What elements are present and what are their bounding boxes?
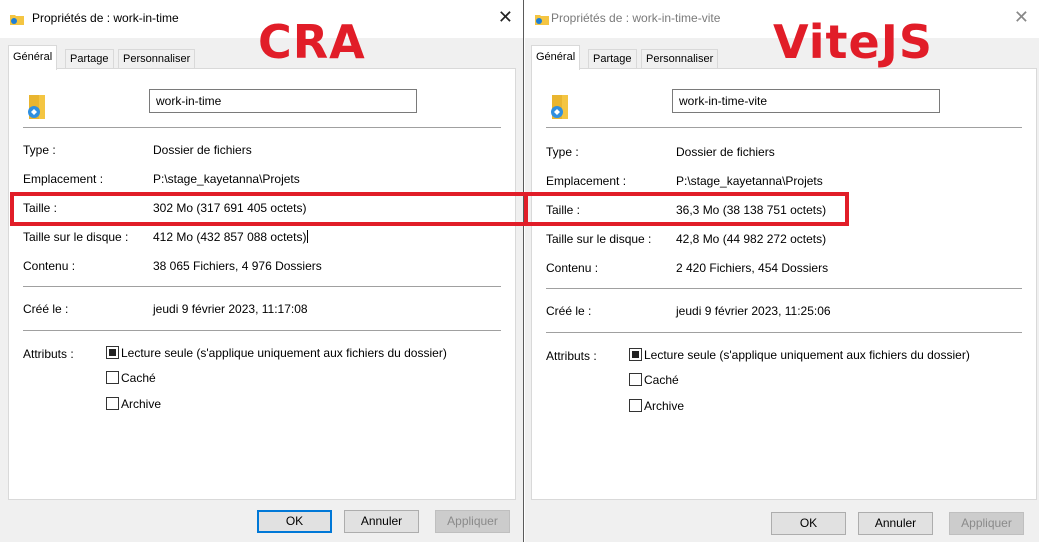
close-icon[interactable]: ✕ (498, 7, 513, 27)
created-value: jeudi 9 février 2023, 11:17:08 (153, 302, 308, 316)
size-value: 36,3 Mo (38 138 751 octets) (676, 203, 827, 217)
size-label: Taille : (23, 201, 58, 215)
ok-button[interactable]: OK (257, 510, 332, 533)
separator (546, 288, 1022, 289)
annotation-label-cra: CRA (258, 15, 366, 69)
window-title: Propriétés de : work-in-time (32, 11, 179, 25)
created-label: Créé le : (546, 304, 592, 318)
tab-sharing[interactable]: Partage (65, 49, 114, 69)
checkbox-icon[interactable] (629, 373, 642, 386)
annotation-label-vitejs: ViteJS (773, 15, 933, 69)
contents-label: Contenu : (23, 259, 76, 273)
separator (546, 332, 1022, 333)
window-title: Propriétés de : work-in-time-vite (551, 11, 721, 25)
readonly-checkbox[interactable]: Lecture seule (s'applique uniquement aux… (106, 346, 447, 362)
folder-icon (535, 15, 549, 25)
type-value: Dossier de fichiers (153, 143, 252, 157)
folder-name-field[interactable]: work-in-time (149, 89, 417, 113)
disk-size-label: Taille sur le disque : (23, 230, 129, 244)
contents-value: 2 420 Fichiers, 454 Dossiers (676, 261, 829, 275)
disk-size-value: 42,8 Mo (44 982 272 octets) (676, 232, 827, 246)
tab-customize[interactable]: Personnaliser (641, 49, 719, 69)
type-value: Dossier de fichiers (676, 145, 775, 159)
archive-checkbox[interactable]: Archive (629, 399, 684, 415)
separator (23, 286, 501, 287)
checkbox-mixed-icon[interactable] (106, 346, 119, 359)
attributes-label: Attributs : (546, 349, 597, 363)
archive-checkbox[interactable]: Archive (106, 397, 161, 413)
checkbox-icon[interactable] (629, 399, 642, 412)
attributes-label: Attributs : (23, 347, 74, 361)
created-value: jeudi 9 février 2023, 11:25:06 (676, 304, 831, 318)
separator (546, 127, 1022, 128)
checkbox-icon[interactable] (106, 371, 119, 384)
contents-value: 38 065 Fichiers, 4 976 Dossiers (153, 259, 322, 273)
tab-general[interactable]: Général (8, 45, 58, 70)
size-value: 302 Mo (317 691 405 octets) (153, 201, 307, 215)
created-label: Créé le : (23, 302, 69, 316)
ok-button[interactable]: OK (771, 512, 846, 535)
tab-sharing[interactable]: Partage (588, 49, 637, 69)
general-panel: work-in-time Type : Dossier de fichiers … (8, 68, 516, 500)
folder-icon (28, 95, 45, 119)
apply-button[interactable]: Appliquer (435, 510, 510, 533)
readonly-checkbox[interactable]: Lecture seule (s'applique uniquement aux… (629, 348, 970, 364)
checkbox-icon[interactable] (106, 397, 119, 410)
cancel-button[interactable]: Annuler (858, 512, 933, 535)
tab-general[interactable]: Général (531, 45, 581, 70)
text-caret (307, 230, 309, 243)
separator (23, 330, 501, 331)
cancel-button[interactable]: Annuler (344, 510, 419, 533)
disk-size-value: 412 Mo (432 857 088 octets) (153, 230, 309, 244)
properties-dialog-left: Propriétés de : work-in-time ✕ CRA Génér… (0, 0, 524, 542)
location-label: Emplacement : (546, 174, 627, 188)
location-value: P:\stage_kayetanna\Projets (153, 172, 300, 186)
folder-icon (10, 15, 24, 25)
properties-dialog-right: Propriétés de : work-in-time-vite ✕ Vite… (525, 0, 1039, 542)
folder-icon (551, 95, 568, 119)
location-value: P:\stage_kayetanna\Projets (676, 174, 823, 188)
apply-button[interactable]: Appliquer (949, 512, 1024, 535)
type-label: Type : (23, 143, 56, 157)
contents-label: Contenu : (546, 261, 599, 275)
type-label: Type : (546, 145, 579, 159)
separator (23, 127, 501, 128)
checkbox-mixed-icon[interactable] (629, 348, 642, 361)
folder-name-field[interactable]: work-in-time-vite (672, 89, 940, 113)
hidden-checkbox[interactable]: Caché (106, 371, 156, 387)
general-panel: work-in-time-vite Type : Dossier de fich… (531, 68, 1037, 500)
disk-size-label: Taille sur le disque : (546, 232, 652, 246)
location-label: Emplacement : (23, 172, 104, 186)
hidden-checkbox[interactable]: Caché (629, 373, 679, 389)
close-icon[interactable]: ✕ (1014, 7, 1029, 27)
size-label: Taille : (546, 203, 581, 217)
tab-customize[interactable]: Personnaliser (118, 49, 196, 69)
